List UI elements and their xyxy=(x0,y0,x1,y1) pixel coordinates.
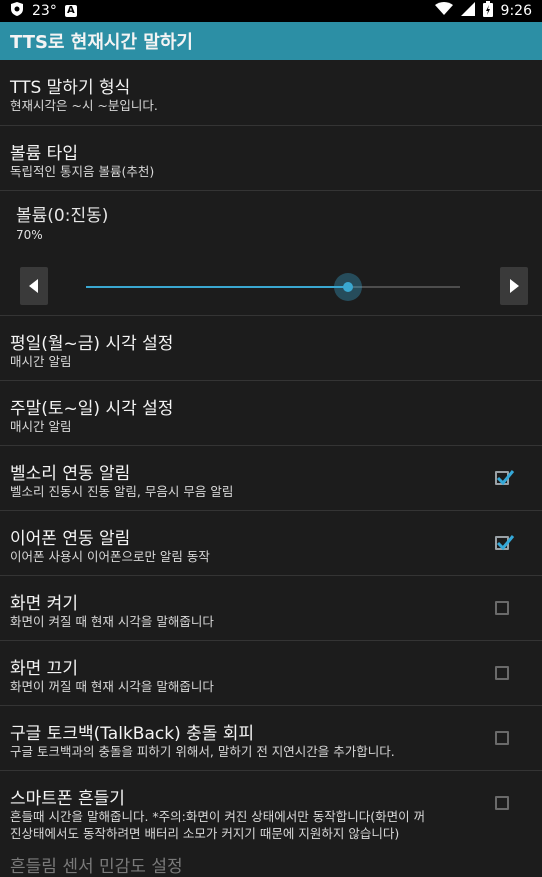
volume-slider-fill xyxy=(86,286,348,288)
setting-title: 화면 끄기 xyxy=(10,659,78,679)
signal-icon xyxy=(460,2,475,20)
screen-off-checkbox[interactable] xyxy=(495,666,509,680)
setting-tts-format[interactable]: TTS 말하기 형식 현재시각은 ~시 ~분입니다. xyxy=(0,60,542,126)
setting-summary: 화면이 꺼질 때 현재 시각을 말해줍니다 xyxy=(10,679,214,694)
clock-text: 9:26 xyxy=(500,3,532,19)
setting-volume-type[interactable]: 볼륨 타입 독립적인 통지음 볼륨(추천) xyxy=(0,126,542,191)
arrow-left-icon xyxy=(29,279,38,293)
setting-summary: 독립적인 통지음 볼륨(추천) xyxy=(10,164,155,179)
arrow-right-icon xyxy=(510,279,519,293)
setting-title: 볼륨 타입 xyxy=(10,144,78,164)
battery-icon xyxy=(482,1,493,21)
setting-weekend-time[interactable]: 주말(토~일) 시각 설정 매시간 알림 xyxy=(0,381,542,446)
volume-increase-button[interactable] xyxy=(500,267,528,305)
volume-value: 70% xyxy=(16,228,43,242)
checkmark-icon xyxy=(496,470,515,486)
setting-summary: 구글 토크백과의 충돌을 피하기 위해서, 말하기 전 지연시간을 추가합니다. xyxy=(10,744,395,759)
volume-slider-setting: 볼륨(0:진동) 70% xyxy=(0,191,542,316)
status-bar: 23° A 9:26 xyxy=(0,0,542,22)
volume-slider-thumb[interactable] xyxy=(333,273,362,301)
setting-title: 주말(토~일) 시각 설정 xyxy=(10,399,174,419)
screen-on-checkbox[interactable] xyxy=(495,601,509,615)
volume-decrease-button[interactable] xyxy=(20,267,48,305)
setting-title: 화면 켜기 xyxy=(10,594,78,614)
volume-title: 볼륨(0:진동) xyxy=(16,206,109,226)
setting-screen-on[interactable]: 화면 켜기 화면이 켜질 때 현재 시각을 말해줍니다 xyxy=(0,576,542,641)
shake-phone-checkbox[interactable] xyxy=(495,796,509,810)
app-bar: TTS로 현재시간 말하기 xyxy=(0,22,542,60)
setting-summary-line1: 흔들때 시간을 말해줍니다. *주의:화면이 켜진 상태에서만 동작합니다(화면… xyxy=(10,809,426,824)
setting-earphone-link[interactable]: 이어폰 연동 알림 이어폰 사용시 이어폰으로만 알림 동작 xyxy=(0,511,542,576)
wifi-icon xyxy=(434,2,453,20)
setting-summary: 매시간 알림 xyxy=(10,419,72,434)
talkback-avoid-checkbox[interactable] xyxy=(495,731,509,745)
setting-summary: 벨소리 진동시 진동 알림, 무음시 무음 알림 xyxy=(10,484,234,499)
setting-summary: 매시간 알림 xyxy=(10,354,72,369)
setting-summary: 화면이 켜질 때 현재 시각을 말해줍니다 xyxy=(10,614,214,629)
checkmark-icon xyxy=(496,535,515,551)
shield-icon xyxy=(10,1,24,21)
setting-title: 이어폰 연동 알림 xyxy=(10,529,131,549)
a-icon: A xyxy=(64,5,77,17)
temperature-text: 23° xyxy=(32,3,57,19)
setting-title: 평일(월~금) 시각 설정 xyxy=(10,334,174,354)
app-title: TTS로 현재시간 말하기 xyxy=(10,32,193,53)
volume-slider[interactable] xyxy=(86,273,460,301)
setting-weekday-time[interactable]: 평일(월~금) 시각 설정 매시간 알림 xyxy=(0,316,542,381)
setting-summary: 이어폰 사용시 이어폰으로만 알림 동작 xyxy=(10,549,210,564)
ringtone-link-checkbox[interactable] xyxy=(495,470,515,486)
setting-talkback-avoid[interactable]: 구글 토크백(TalkBack) 충돌 회피 구글 토크백과의 충돌을 피하기 … xyxy=(0,706,542,771)
settings-list: TTS 말하기 형식 현재시각은 ~시 ~분입니다. 볼륨 타입 독립적인 통지… xyxy=(0,60,542,849)
setting-shake-phone[interactable]: 스마트폰 흔들기 흔들때 시간을 말해줍니다. *주의:화면이 켜진 상태에서만… xyxy=(0,771,542,849)
setting-title: 벨소리 연동 알림 xyxy=(10,464,131,484)
setting-title: TTS 말하기 형식 xyxy=(10,78,131,98)
setting-title: 스마트폰 흔들기 xyxy=(10,789,125,809)
setting-screen-off[interactable]: 화면 끄기 화면이 꺼질 때 현재 시각을 말해줍니다 xyxy=(0,641,542,706)
earphone-link-checkbox[interactable] xyxy=(495,535,515,551)
setting-ringtone-link[interactable]: 벨소리 연동 알림 벨소리 진동시 진동 알림, 무음시 무음 알림 xyxy=(0,446,542,511)
setting-summary-line2: 진상태에서도 동작하려면 배터리 소모가 커지기 때문에 지원하지 않습니다) xyxy=(10,826,400,841)
setting-summary: 현재시각은 ~시 ~분입니다. xyxy=(10,98,158,113)
setting-title: 구글 토크백(TalkBack) 충돌 회피 xyxy=(10,724,255,744)
